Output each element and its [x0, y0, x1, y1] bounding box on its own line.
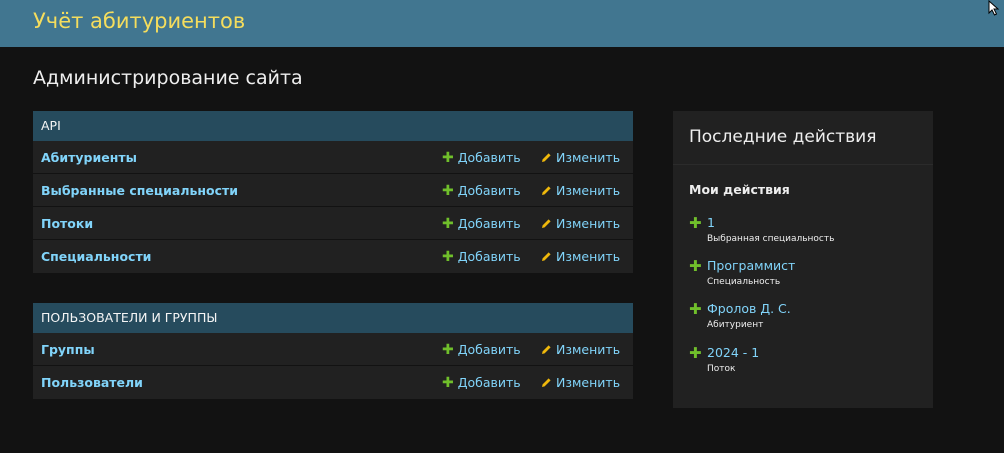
- model-link-selected-specialties[interactable]: Выбранные специальности: [41, 183, 238, 198]
- pencil-icon: [542, 252, 551, 261]
- add-button[interactable]: ✚ Добавить: [442, 150, 521, 166]
- add-button[interactable]: ✚ Добавить: [442, 216, 521, 232]
- change-label: Изменить: [556, 216, 621, 231]
- change-button[interactable]: Изменить: [541, 342, 620, 357]
- module-auth: ПОЛЬЗОВАТЕЛИ И ГРУППЫ Группы ✚ Добавить И…: [33, 303, 633, 399]
- recent-item-type: Выбранная специальность: [707, 234, 835, 244]
- my-actions-title: Мои действия: [689, 182, 790, 197]
- plus-icon: ✚: [689, 300, 702, 318]
- pencil-icon: [542, 219, 551, 228]
- module-api: API Абитуриенты ✚ Добавить Изменить Выбра…: [33, 111, 633, 273]
- add-button[interactable]: ✚ Добавить: [442, 249, 521, 265]
- plus-icon: ✚: [442, 183, 454, 199]
- table-row: Выбранные специальности ✚ Добавить Измени…: [33, 174, 633, 207]
- plus-icon: ✚: [442, 375, 454, 391]
- change-label: Изменить: [556, 150, 621, 165]
- module-caption[interactable]: ПОЛЬЗОВАТЕЛИ И ГРУППЫ: [33, 303, 633, 333]
- recent-item-link[interactable]: 1: [707, 215, 715, 230]
- recent-item-link[interactable]: 2024 - 1: [707, 345, 759, 360]
- plus-icon: ✚: [689, 257, 702, 275]
- module-caption[interactable]: API: [33, 111, 633, 141]
- change-label: Изменить: [556, 342, 621, 357]
- table-row: Группы ✚ Добавить Изменить: [33, 333, 633, 366]
- plus-icon: ✚: [689, 214, 702, 232]
- recent-item-link[interactable]: Программист: [707, 258, 795, 273]
- pencil-icon: [542, 186, 551, 195]
- add-label: Добавить: [457, 150, 521, 165]
- model-link-groups[interactable]: Группы: [41, 342, 95, 357]
- table-row: Абитуриенты ✚ Добавить Изменить: [33, 141, 633, 174]
- add-label: Добавить: [457, 216, 521, 231]
- site-header: Учёт абитуриентов: [0, 0, 1004, 47]
- add-label: Добавить: [457, 375, 521, 390]
- site-title[interactable]: Учёт абитуриентов: [33, 9, 245, 33]
- recent-item-type: Абитуриент: [707, 320, 764, 330]
- change-button[interactable]: Изменить: [541, 249, 620, 264]
- table-row: Потоки ✚ Добавить Изменить: [33, 207, 633, 240]
- change-label: Изменить: [556, 183, 621, 198]
- pencil-icon: [542, 378, 551, 387]
- mouse-cursor-icon: [988, 0, 1000, 16]
- recent-item-type: Специальность: [707, 277, 781, 287]
- add-button[interactable]: ✚ Добавить: [442, 342, 521, 358]
- recent-item-type: Поток: [707, 364, 736, 374]
- change-label: Изменить: [556, 249, 621, 264]
- table-row: Пользователи ✚ Добавить Изменить: [33, 366, 633, 399]
- model-link-users[interactable]: Пользователи: [41, 375, 143, 390]
- add-label: Добавить: [457, 249, 521, 264]
- plus-icon: ✚: [442, 342, 454, 358]
- change-button[interactable]: Изменить: [541, 183, 620, 198]
- change-label: Изменить: [556, 375, 621, 390]
- pencil-icon: [542, 153, 551, 162]
- change-button[interactable]: Изменить: [541, 375, 620, 390]
- plus-icon: ✚: [442, 216, 454, 232]
- add-button[interactable]: ✚ Добавить: [442, 375, 521, 391]
- recent-actions-panel: Последние действия Мои действия ✚ 1 Выбр…: [673, 111, 933, 408]
- add-button[interactable]: ✚ Добавить: [442, 183, 521, 199]
- recent-item-link[interactable]: Фролов Д. С.: [707, 301, 791, 316]
- recent-actions-title: Последние действия: [673, 111, 933, 165]
- add-label: Добавить: [457, 342, 521, 357]
- model-link-specialties[interactable]: Специальности: [41, 249, 151, 264]
- change-button[interactable]: Изменить: [541, 216, 620, 231]
- plus-icon: ✚: [442, 150, 454, 166]
- change-button[interactable]: Изменить: [541, 150, 620, 165]
- plus-icon: ✚: [442, 249, 454, 265]
- pencil-icon: [542, 345, 551, 354]
- model-link-applicants[interactable]: Абитуриенты: [41, 150, 137, 165]
- model-link-streams[interactable]: Потоки: [41, 216, 93, 231]
- add-label: Добавить: [457, 183, 521, 198]
- plus-icon: ✚: [689, 344, 702, 362]
- page-title: Администрирование сайта: [33, 67, 303, 89]
- table-row: Специальности ✚ Добавить Изменить: [33, 240, 633, 273]
